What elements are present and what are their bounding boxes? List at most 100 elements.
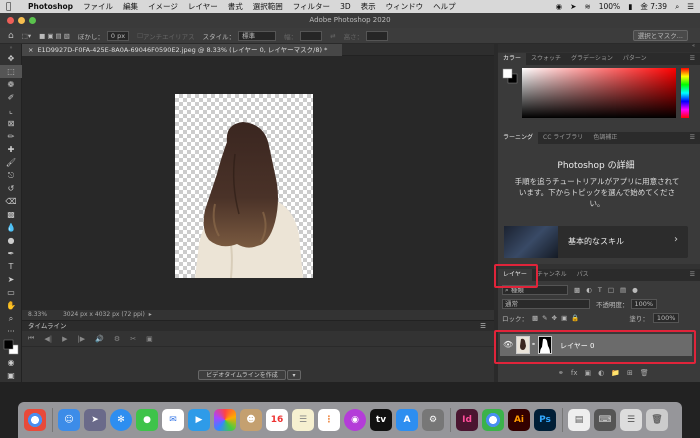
- new-selection-icon[interactable]: ■ ▣ ▤ ▧: [39, 32, 70, 40]
- clone-stamp-tool-icon[interactable]: ⎋: [0, 169, 22, 182]
- play-icon[interactable]: ▶: [62, 335, 67, 343]
- width-input[interactable]: [300, 30, 323, 41]
- messages-dock-icon[interactable]: ●: [136, 409, 158, 431]
- apple-menu-icon[interactable]: : [6, 2, 18, 12]
- illustrator-dock-icon[interactable]: Ai: [508, 409, 530, 431]
- link-layers-icon[interactable]: ⚭: [558, 369, 564, 377]
- timeline-mode-dropdown[interactable]: ▾: [287, 370, 301, 380]
- antialias-checkbox[interactable]: ☐ アンチエイリアス: [137, 31, 195, 41]
- learn-card-basic-skills[interactable]: 基本的なスキル ›: [504, 226, 688, 258]
- photoshop-dock-icon[interactable]: Ps: [534, 409, 556, 431]
- notification-icon[interactable]: ☰: [687, 2, 694, 11]
- apple-tv-dock-icon[interactable]: tv: [370, 409, 392, 431]
- minimize-window-button[interactable]: [18, 17, 25, 24]
- tab-cc-libraries[interactable]: CC ライブラリ: [538, 132, 588, 144]
- dodge-tool-icon[interactable]: ●: [0, 234, 22, 247]
- lock-transparent-icon[interactable]: ▩: [532, 314, 538, 322]
- location-icon[interactable]: ➤: [570, 2, 576, 11]
- tab-adjustments[interactable]: 色調補正: [588, 132, 622, 144]
- finder-dock-icon[interactable]: ☺: [58, 409, 80, 431]
- lock-position-icon[interactable]: ✥: [552, 314, 557, 322]
- lock-artboard-icon[interactable]: ▣: [561, 314, 567, 322]
- document-tab[interactable]: × E1D9927D-F0FA-425E-8A0A-69046F0590E2.jp…: [22, 44, 342, 56]
- brush-tool-icon[interactable]: 🖌: [0, 156, 22, 169]
- reminders-dock-icon[interactable]: ⋮: [318, 409, 340, 431]
- color-field[interactable]: [522, 68, 676, 118]
- mail-dock-icon[interactable]: ✉: [162, 409, 184, 431]
- stack-dock-icon[interactable]: ☰: [620, 409, 642, 431]
- blur-tool-icon[interactable]: 💧: [0, 221, 22, 234]
- menu-layer[interactable]: レイヤー: [188, 1, 218, 12]
- tab-swatches[interactable]: スウォッチ: [526, 53, 566, 65]
- keyboard-dock-icon[interactable]: ⌨: [594, 409, 616, 431]
- screen-mode-icon[interactable]: ▣: [0, 369, 22, 382]
- document-canvas[interactable]: [175, 94, 313, 278]
- quick-selection-tool-icon[interactable]: ✐: [0, 91, 22, 104]
- hand-tool-icon[interactable]: ✋: [0, 299, 22, 312]
- opacity-input[interactable]: 100%: [630, 299, 658, 309]
- menu-edit[interactable]: 編集: [123, 1, 138, 12]
- frame-tool-icon[interactable]: ⊠: [0, 117, 22, 130]
- clock[interactable]: 金 7:39: [640, 1, 667, 12]
- blur-input[interactable]: 0 px: [106, 30, 130, 41]
- podcasts-dock-icon[interactable]: ◉: [344, 409, 366, 431]
- swap-icon[interactable]: ⇄: [330, 32, 335, 40]
- rectangular-marquee-tool-icon[interactable]: ⬚: [0, 65, 22, 78]
- menu-help[interactable]: ヘルプ: [433, 1, 456, 12]
- previous-frame-icon[interactable]: ◀|: [44, 335, 52, 343]
- menu-image[interactable]: イメージ: [148, 1, 178, 12]
- chrome-dock-icon[interactable]: [24, 409, 46, 431]
- new-layer-icon[interactable]: ⊞: [627, 369, 633, 377]
- launchpad-dock-icon[interactable]: ➤: [84, 409, 106, 431]
- create-video-timeline-button[interactable]: ビデオタイムラインを作成: [198, 370, 286, 380]
- marquee-tool-preset-icon[interactable]: ⬚▾: [22, 32, 31, 40]
- transition-icon[interactable]: ▣: [146, 335, 153, 343]
- color-panel-menu-icon[interactable]: ☰: [685, 53, 700, 65]
- quick-mask-icon[interactable]: ◉: [0, 356, 22, 369]
- filter-shape-icon[interactable]: □: [608, 286, 614, 294]
- split-icon[interactable]: ✂: [130, 335, 136, 343]
- adjustment-layer-icon[interactable]: ◐: [598, 369, 604, 377]
- audio-icon[interactable]: 🔊: [95, 335, 104, 343]
- crop-tool-icon[interactable]: ⌞: [0, 104, 22, 117]
- creative-cloud-icon[interactable]: ◉: [556, 2, 563, 11]
- go-to-first-frame-icon[interactable]: ⏮: [28, 334, 34, 343]
- next-frame-icon[interactable]: |▶: [77, 335, 85, 343]
- photos-dock-icon[interactable]: [214, 409, 236, 431]
- timeline-settings-icon[interactable]: ⚙: [114, 335, 120, 343]
- fill-input[interactable]: 100%: [652, 313, 680, 323]
- home-icon[interactable]: ⌂: [8, 31, 14, 41]
- tab-patterns[interactable]: パターン: [618, 53, 652, 65]
- filter-type-icon[interactable]: T: [598, 286, 602, 294]
- zoom-tool-icon[interactable]: ⌕: [0, 312, 22, 325]
- height-input[interactable]: [366, 30, 389, 41]
- close-window-button[interactable]: [7, 17, 14, 24]
- app-store-dock-icon[interactable]: A: [396, 409, 418, 431]
- fx-icon[interactable]: fx: [571, 369, 578, 377]
- style-select[interactable]: 標準: [238, 30, 277, 41]
- zoom-window-button[interactable]: [29, 17, 36, 24]
- blend-mode-select[interactable]: 通常: [502, 299, 590, 309]
- contacts-dock-icon[interactable]: ☻: [240, 409, 262, 431]
- menu-window[interactable]: ウィンドウ: [386, 1, 424, 12]
- layers-panel-menu-icon[interactable]: ☰: [685, 269, 700, 281]
- safari-dock-icon[interactable]: ✻: [110, 409, 132, 431]
- color-swatches-icon[interactable]: [0, 338, 22, 356]
- tab-paths[interactable]: パス: [572, 269, 594, 281]
- fg-bg-color-icon[interactable]: [502, 68, 518, 84]
- menu-view[interactable]: 表示: [361, 1, 376, 12]
- path-selection-tool-icon[interactable]: ➤: [0, 273, 22, 286]
- trash-dock-icon[interactable]: 🗑: [646, 409, 668, 431]
- width-field[interactable]: 幅：: [284, 30, 323, 41]
- menu-type[interactable]: 書式: [228, 1, 243, 12]
- pen-tool-icon[interactable]: ✒: [0, 247, 22, 260]
- hue-slider[interactable]: [681, 68, 689, 118]
- eraser-tool-icon[interactable]: ⌫: [0, 195, 22, 208]
- filter-toggle-icon[interactable]: ●: [632, 286, 638, 294]
- add-mask-icon[interactable]: ▣: [584, 369, 591, 377]
- eyedropper-tool-icon[interactable]: ✏: [0, 130, 22, 143]
- lock-all-icon[interactable]: 🔒: [571, 314, 579, 322]
- notes-dock-icon[interactable]: ☰: [292, 409, 314, 431]
- select-and-mask-button[interactable]: 選択とマスク...: [632, 30, 688, 41]
- tab-learn[interactable]: ラーニング: [498, 132, 539, 144]
